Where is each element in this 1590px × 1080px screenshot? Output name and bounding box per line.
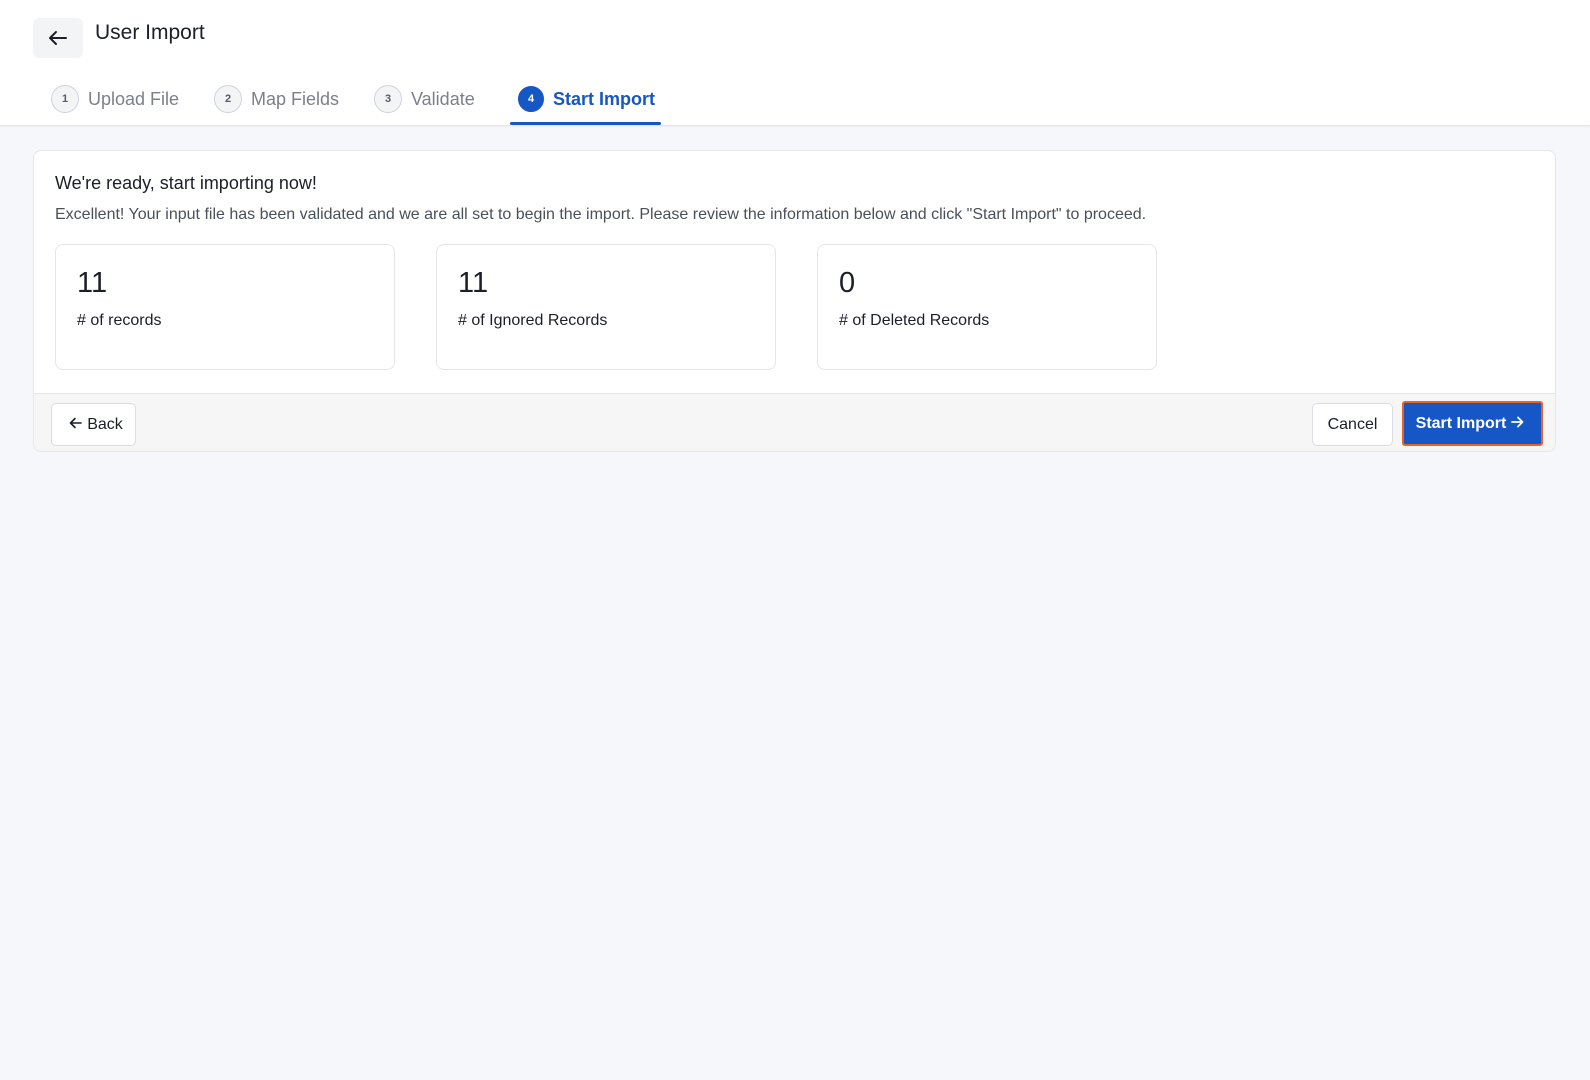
step-map-fields[interactable]: 2 Map Fields [214,72,339,126]
stat-label: # of Deleted Records [839,312,990,329]
header-back-button[interactable] [33,18,83,58]
stat-records: 11 # of records [55,244,395,370]
step-number: 3 [374,85,402,113]
step-number: 1 [51,85,79,113]
step-upload-file[interactable]: 1 Upload File [51,72,179,126]
arrow-left-icon [49,31,67,45]
arrow-right-icon [1511,415,1524,433]
stat-value: 11 [458,267,489,299]
arrow-left-icon [69,416,83,434]
import-summary-card: We're ready, start importing now! Excell… [33,150,1556,452]
cancel-button[interactable]: Cancel [1312,403,1393,446]
stat-value: 0 [839,267,856,299]
step-start-import[interactable]: 4 Start Import [518,72,655,126]
summary-description: Excellent! Your input file has been vali… [55,206,1147,223]
stat-label: # of Ignored Records [458,312,608,329]
stat-ignored-records: 11 # of Ignored Records [436,244,776,370]
back-button-label: Back [87,415,123,433]
cancel-button-label: Cancel [1327,415,1378,433]
back-button[interactable]: Back [51,403,136,446]
page-title: User Import [95,21,205,44]
step-number: 4 [518,86,544,112]
step-number: 2 [214,85,242,113]
step-label: Start Import [553,88,656,109]
start-import-button-label: Start Import [1415,414,1507,432]
step-validate[interactable]: 3 Validate [374,72,475,126]
active-step-indicator [510,122,661,125]
stat-value: 11 [77,267,108,299]
stepper: 1 Upload File 2 Map Fields 3 Validate 4 … [0,72,1590,126]
start-import-button[interactable]: Start Import [1402,401,1543,446]
step-label: Upload File [88,88,180,109]
stat-deleted-records: 0 # of Deleted Records [817,244,1157,370]
step-label: Map Fields [251,88,340,109]
summary-title: We're ready, start importing now! [55,173,317,193]
card-footer: Back Cancel Start Import [34,393,1555,451]
stat-label: # of records [77,312,162,329]
step-label: Validate [411,88,475,109]
page-header: User Import 1 Upload File 2 Map Fields 3… [0,0,1590,126]
